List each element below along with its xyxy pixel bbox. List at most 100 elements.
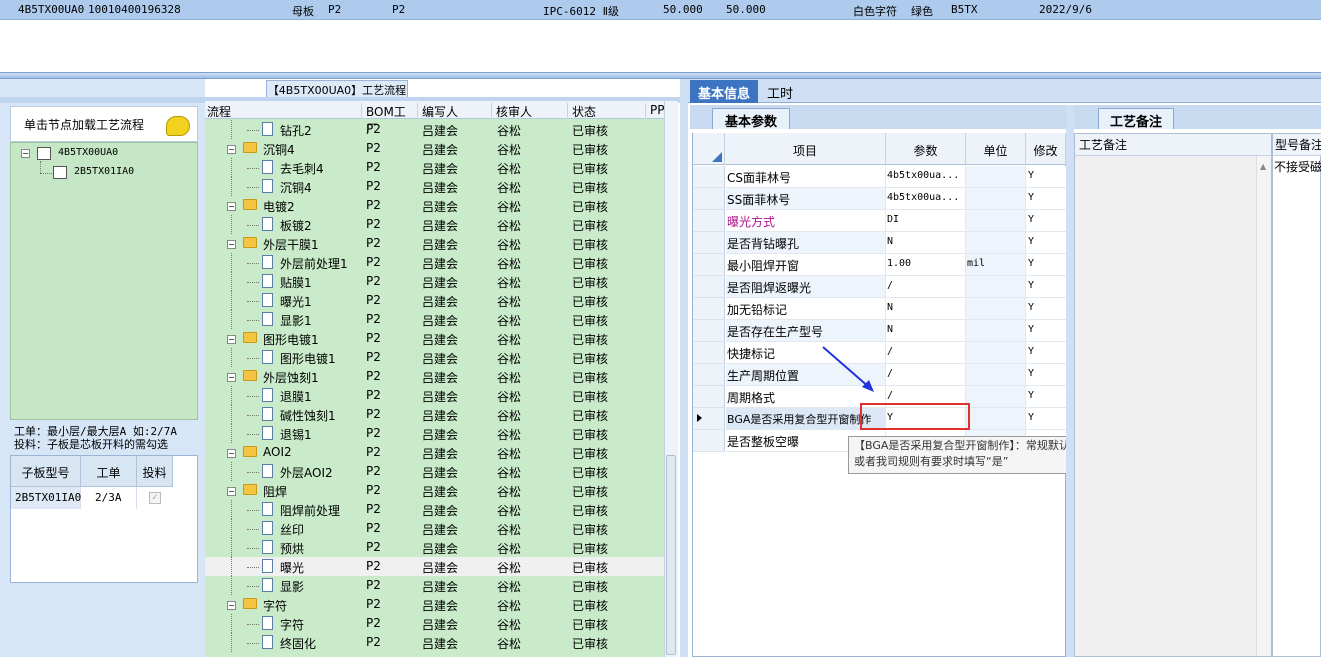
param-mod[interactable]: Y (1026, 232, 1066, 254)
col-header-status[interactable]: 状态 (567, 103, 645, 119)
collapse-icon[interactable]: − (227, 145, 236, 154)
flow-row[interactable]: − 阻焊 P2 吕建会 谷松 已审核 (205, 481, 665, 500)
param-mod[interactable]: Y (1026, 254, 1066, 276)
collapse-icon[interactable]: − (227, 373, 236, 382)
param-item[interactable]: 是否阻焊返曝光 (726, 276, 886, 298)
flow-row[interactable]: 显影1 P2 吕建会 谷松 已审核 (205, 310, 665, 329)
param-item[interactable]: 最小阻焊开窗 (726, 254, 886, 276)
param-row[interactable]: CS面菲林号 4b5tx00ua... Y (693, 166, 1066, 188)
param-header-value[interactable]: 参数 (886, 133, 966, 165)
collapse-icon[interactable]: − (227, 449, 236, 458)
param-mod[interactable]: Y (1026, 364, 1066, 386)
flow-row[interactable]: − 沉铜4 P2 吕建会 谷松 已审核 (205, 139, 665, 158)
param-header-item[interactable]: 项目 (725, 133, 886, 165)
row-indicator[interactable] (693, 276, 725, 298)
row-indicator[interactable] (693, 386, 725, 408)
flow-row[interactable]: 曝光 P2 吕建会 谷松 已审核 (205, 557, 665, 576)
flow-row[interactable]: 阻焊前处理 P2 吕建会 谷松 已审核 (205, 500, 665, 519)
param-unit[interactable] (966, 210, 1026, 232)
param-item[interactable]: CS面菲林号 (726, 166, 886, 188)
row-indicator[interactable] (693, 188, 725, 210)
flow-row[interactable]: 去毛刺4 P2 吕建会 谷松 已审核 (205, 158, 665, 177)
flow-row[interactable]: 碱性蚀刻1 P2 吕建会 谷松 已审核 (205, 405, 665, 424)
flow-row[interactable]: 退锡1 P2 吕建会 谷松 已审核 (205, 424, 665, 443)
param-unit[interactable] (966, 408, 1026, 430)
param-item[interactable]: 是否存在生产型号 (726, 320, 886, 342)
param-unit[interactable] (966, 188, 1026, 210)
param-value[interactable]: 4b5tx00ua... (886, 166, 966, 188)
param-value[interactable]: / (886, 342, 966, 364)
row-indicator[interactable] (693, 342, 725, 364)
param-row[interactable]: 最小阻焊开窗 1.00 mil Y (693, 254, 1066, 276)
param-row[interactable]: 是否阻焊返曝光 / Y (693, 276, 1066, 298)
flow-row[interactable]: 丝印 P2 吕建会 谷松 已审核 (205, 519, 665, 538)
row-indicator[interactable] (693, 166, 725, 188)
param-unit[interactable]: mil (966, 254, 1026, 276)
flow-row[interactable]: 图形电镀1 P2 吕建会 谷松 已审核 (205, 348, 665, 367)
row-indicator[interactable] (693, 232, 725, 254)
flow-row[interactable]: 曝光1 P2 吕建会 谷松 已审核 (205, 291, 665, 310)
param-mod[interactable]: Y (1026, 276, 1066, 298)
param-row[interactable]: 是否存在生产型号 N Y (693, 320, 1066, 342)
collapse-icon[interactable]: − (227, 240, 236, 249)
flow-row[interactable]: 外层AOI2 P2 吕建会 谷松 已审核 (205, 462, 665, 481)
param-value[interactable]: N (886, 298, 966, 320)
param-value[interactable]: 1.00 (886, 254, 966, 276)
param-value[interactable]: / (886, 276, 966, 298)
flow-row[interactable]: − 字符 P2 吕建会 谷松 已审核 (205, 595, 665, 614)
flow-row[interactable]: 预烘 P2 吕建会 谷松 已审核 (205, 538, 665, 557)
horizontal-splitter[interactable] (0, 72, 1321, 79)
tab-basic-info[interactable]: 基本信息 (690, 80, 758, 103)
flow-row[interactable]: − 电镀2 P2 吕建会 谷松 已审核 (205, 196, 665, 215)
top-selected-row[interactable]: 4B5TX00UA0 10010400196328 母板 P2 P2 IPC-6… (0, 0, 1321, 20)
load-flow-button[interactable]: 单击节点加载工艺流程 (14, 114, 156, 134)
flow-row[interactable]: − 外层干膜1 P2 吕建会 谷松 已审核 (205, 234, 665, 253)
param-unit[interactable] (966, 232, 1026, 254)
col-header-writer[interactable]: 编写人 (417, 103, 491, 119)
row-indicator[interactable] (693, 210, 725, 232)
param-row[interactable]: 是否背钻曝孔 N Y (693, 232, 1066, 254)
row-indicator[interactable] (693, 364, 725, 386)
tree-node-child[interactable]: 2B5TX01IA0 (74, 166, 134, 177)
remark-value[interactable]: 不接受磁 (1274, 158, 1321, 175)
scroll-thumb[interactable] (666, 455, 676, 655)
collapse-icon[interactable]: − (227, 487, 236, 496)
param-value[interactable]: DI (886, 210, 966, 232)
subgrid-model[interactable]: 2B5TX01IA0 (11, 487, 81, 509)
row-indicator[interactable] (693, 408, 725, 430)
param-unit[interactable] (966, 298, 1026, 320)
flow-row[interactable]: 字符 P2 吕建会 谷松 已审核 (205, 614, 665, 633)
tree-checkbox-child[interactable] (53, 166, 67, 179)
param-unit[interactable] (966, 276, 1026, 298)
flow-row[interactable]: − AOI2 P2 吕建会 谷松 已审核 (205, 443, 665, 462)
param-unit[interactable] (966, 386, 1026, 408)
param-header-unit[interactable]: 单位 (966, 133, 1026, 165)
flow-row[interactable]: 板镀2 P2 吕建会 谷松 已审核 (205, 215, 665, 234)
flow-row[interactable]: 沉铜4 P2 吕建会 谷松 已审核 (205, 177, 665, 196)
row-indicator[interactable] (693, 298, 725, 320)
tree-node-root[interactable]: 4B5TX00UA0 (58, 147, 118, 158)
flow-row[interactable]: 外层前处理1 P2 吕建会 谷松 已审核 (205, 253, 665, 272)
scroll-up-icon[interactable]: ▲ (1260, 162, 1266, 171)
col-header-bom[interactable]: BOM工厂 (361, 103, 417, 136)
flow-row[interactable]: − 外层蚀刻1 P2 吕建会 谷松 已审核 (205, 367, 665, 386)
chat-bubble-icon[interactable] (166, 116, 190, 136)
right-splitter[interactable] (1066, 105, 1074, 657)
param-mod[interactable]: Y (1026, 342, 1066, 364)
collapse-icon[interactable]: − (21, 149, 30, 158)
col-header-order[interactable]: 工单 (81, 456, 137, 487)
flow-row[interactable]: − 图形电镀1 P2 吕建会 谷松 已审核 (205, 329, 665, 348)
tab-work-hours[interactable]: 工时 (760, 82, 800, 102)
col-header-flow[interactable]: 流程 (205, 103, 361, 119)
param-value[interactable]: 4b5tx00ua... (886, 188, 966, 210)
param-item[interactable]: 曝光方式 (726, 210, 886, 232)
param-mod[interactable]: Y (1026, 298, 1066, 320)
tab-basic-params[interactable]: 基本参数 (712, 108, 790, 130)
param-item[interactable]: 加无铅标记 (726, 298, 886, 320)
param-mod[interactable]: Y (1026, 320, 1066, 342)
param-value[interactable]: / (886, 364, 966, 386)
col-header-model[interactable]: 子板型号 (11, 456, 81, 487)
param-row[interactable]: 生产周期位置 / Y (693, 364, 1066, 386)
param-row[interactable]: SS面菲林号 4b5tx00ua... Y (693, 188, 1066, 210)
flow-row[interactable]: 钻孔2 P2 吕建会 谷松 已审核 (205, 120, 665, 139)
